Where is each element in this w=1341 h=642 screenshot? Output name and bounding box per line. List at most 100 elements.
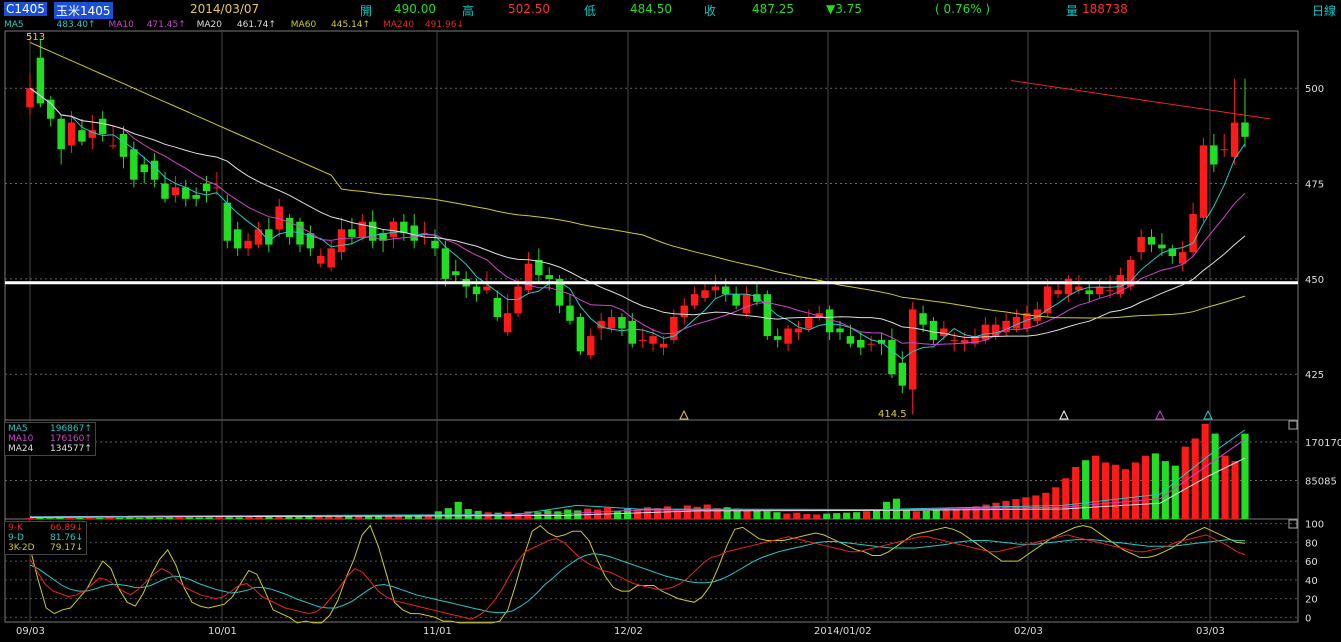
vol-ma10-label: MA10 bbox=[8, 434, 34, 444]
kd-tick-label: 60 bbox=[1305, 557, 1318, 568]
price-tick-label: 475 bbox=[1305, 180, 1324, 191]
signal-triangle bbox=[1155, 409, 1165, 420]
volume-bar bbox=[942, 509, 950, 519]
volume-bar bbox=[803, 514, 811, 519]
candle-body bbox=[742, 294, 751, 314]
vol-ma5-label: MA5 bbox=[8, 424, 28, 434]
candle-body bbox=[26, 88, 34, 108]
symbol-code[interactable]: C1405 bbox=[4, 2, 47, 16]
candle-body bbox=[680, 305, 688, 318]
volume-bar bbox=[584, 508, 592, 519]
symbol-name[interactable]: 玉米1405 bbox=[54, 2, 113, 19]
x-tick-label: 10/01 bbox=[208, 626, 237, 637]
candle-body bbox=[628, 320, 637, 344]
volume-bar bbox=[703, 504, 711, 519]
volume-bar bbox=[225, 517, 233, 519]
candle-body bbox=[1085, 290, 1093, 295]
candle-body bbox=[690, 294, 699, 306]
volume-bar bbox=[853, 512, 861, 519]
volume-bar bbox=[454, 501, 462, 519]
x-tick-label: 11/01 bbox=[423, 626, 452, 637]
volume-bar bbox=[265, 516, 273, 519]
candle-body bbox=[452, 271, 460, 276]
candle-body bbox=[503, 313, 512, 333]
candle-body bbox=[171, 187, 180, 195]
volume-bar bbox=[1062, 478, 1070, 519]
volume-bar bbox=[862, 511, 871, 519]
candle-body bbox=[867, 343, 875, 345]
volume-bar bbox=[604, 507, 612, 519]
volume-bar bbox=[912, 511, 920, 519]
candle-body bbox=[898, 362, 907, 386]
ma60-value: 445.14↑ bbox=[331, 20, 371, 30]
candle-body bbox=[265, 229, 273, 245]
volume-bar bbox=[1151, 453, 1159, 519]
candle-body bbox=[659, 343, 668, 348]
candle-body bbox=[483, 286, 491, 291]
d-label: 9-D bbox=[8, 533, 24, 543]
candle-body bbox=[285, 217, 294, 237]
volume-bar bbox=[564, 509, 572, 519]
period-label[interactable]: 日線 bbox=[1312, 2, 1336, 19]
volume-bar bbox=[1211, 433, 1219, 519]
candle-body bbox=[327, 248, 335, 268]
volume-bar bbox=[36, 517, 44, 519]
candle-body bbox=[78, 130, 86, 142]
ma5-value: 483.40↑ bbox=[56, 20, 96, 30]
volume-bar bbox=[86, 517, 94, 519]
change-percent: ( 0.76% ) bbox=[935, 2, 991, 16]
signal-triangle bbox=[1203, 409, 1213, 420]
candle-body bbox=[1241, 122, 1249, 137]
candle-body bbox=[348, 229, 356, 237]
signal-triangle bbox=[679, 409, 689, 420]
j-value: 79.17↓ bbox=[50, 543, 84, 553]
vol-ma10-value: 176160↑ bbox=[50, 434, 92, 444]
volume-bar bbox=[96, 518, 104, 519]
x-tick-label: 2014/01/02 bbox=[814, 626, 872, 637]
kd-panel-frame bbox=[4, 518, 1299, 623]
open-value: 490.00 bbox=[394, 2, 436, 16]
candle-body bbox=[545, 275, 553, 279]
open-label: 開 bbox=[360, 4, 373, 18]
ma20-label: MA20 bbox=[196, 20, 222, 30]
candle-body bbox=[722, 286, 730, 295]
candle-body bbox=[109, 145, 117, 147]
volume-bar bbox=[205, 517, 213, 519]
candle-body bbox=[1147, 236, 1156, 245]
volume-tick-label: 170170 bbox=[1305, 438, 1341, 449]
volume-bar bbox=[26, 518, 34, 519]
kd-tick-label: 40 bbox=[1305, 576, 1318, 587]
candle-body bbox=[150, 160, 159, 180]
candle-body bbox=[1054, 290, 1062, 295]
candle-body bbox=[1106, 290, 1114, 292]
candle-body bbox=[607, 317, 616, 329]
candle-body bbox=[1220, 149, 1228, 151]
candle-body bbox=[576, 317, 585, 352]
volume-bar bbox=[1171, 465, 1179, 519]
candle-body bbox=[524, 263, 533, 291]
candle-body bbox=[888, 339, 896, 375]
kd-tick-label: 0 bbox=[1305, 613, 1311, 624]
volume-bar bbox=[1072, 466, 1080, 519]
volume-bar bbox=[76, 518, 84, 519]
candle-body bbox=[753, 294, 761, 302]
candle-body bbox=[192, 194, 200, 199]
volume-bar bbox=[1191, 438, 1199, 519]
candle-body bbox=[846, 336, 855, 344]
candle-body bbox=[244, 240, 252, 249]
volume-bar bbox=[1231, 461, 1239, 519]
candle-body bbox=[1210, 145, 1218, 165]
candle-body bbox=[389, 221, 398, 237]
volume-bar bbox=[185, 517, 193, 519]
ma60-label: MA60 bbox=[290, 20, 317, 30]
candle-body bbox=[57, 118, 65, 150]
candle-body bbox=[441, 248, 450, 279]
kline-chart: 09/03 10/01 11/01 12/02 2014/01/02 02/03 03/03… bbox=[4, 30, 1341, 637]
ma240-value: 491.96↓ bbox=[424, 20, 464, 30]
volume-bar bbox=[992, 502, 1000, 519]
candle-body bbox=[929, 320, 938, 340]
ma10-line bbox=[29, 87, 1246, 346]
high-value: 502.50 bbox=[508, 2, 550, 16]
volume-bar bbox=[275, 516, 283, 519]
low-value: 484.50 bbox=[630, 2, 672, 16]
